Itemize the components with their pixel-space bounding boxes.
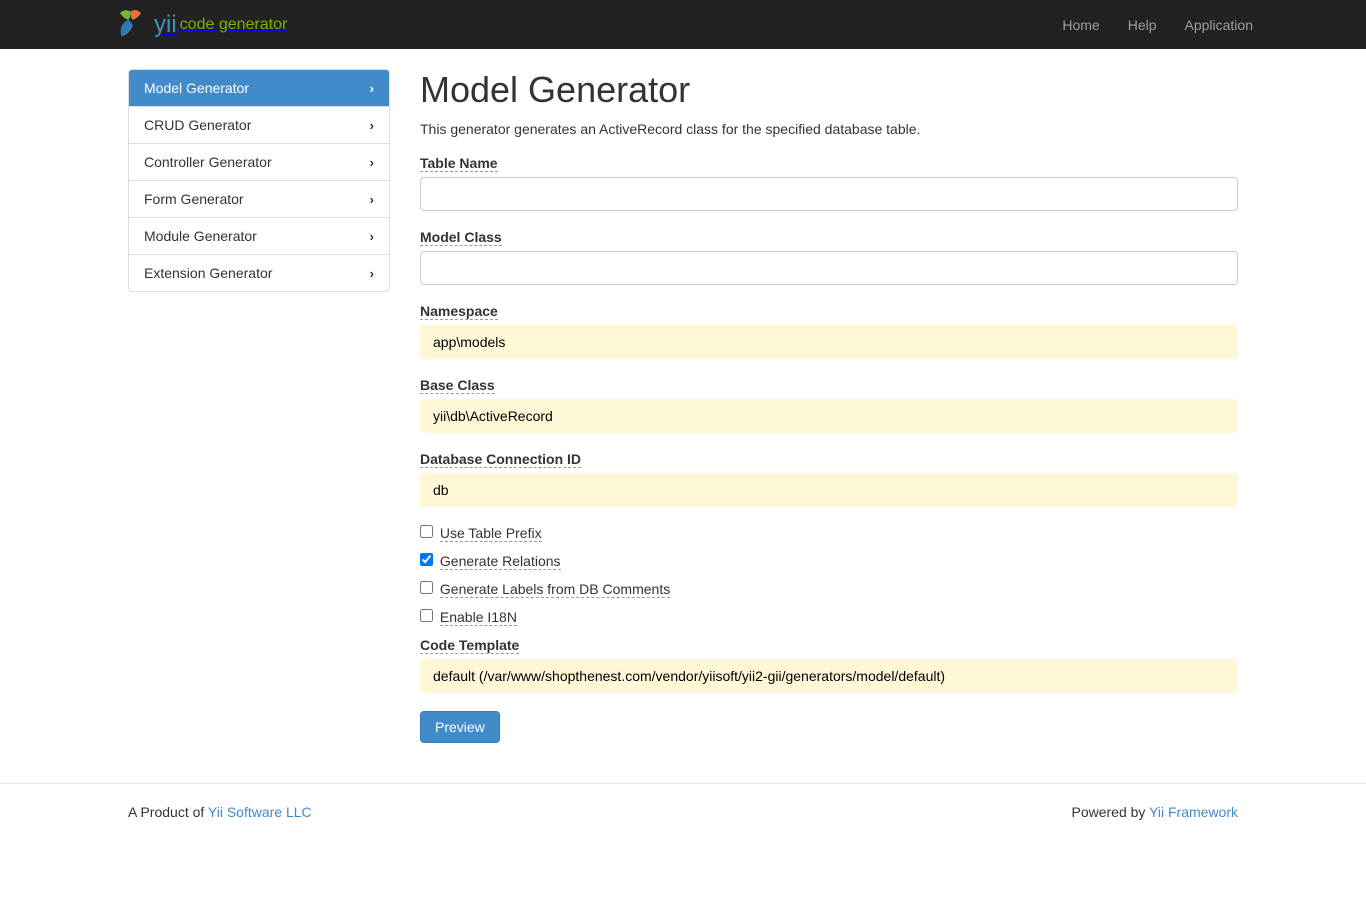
yii-logo-icon: [113, 7, 148, 42]
footer-right-prefix: Powered by: [1071, 804, 1149, 820]
footer-left-prefix: A Product of: [128, 804, 208, 820]
footer: A Product of Yii Software LLC Powered by…: [0, 783, 1366, 840]
sidebar-item-label: Module Generator: [144, 228, 257, 244]
db-conn-input[interactable]: [420, 473, 1238, 507]
code-template-label: Code Template: [420, 637, 519, 654]
db-conn-label: Database Connection ID: [420, 451, 581, 468]
enable-i18n-label: Enable I18N: [440, 609, 517, 626]
namespace-label: Namespace: [420, 303, 498, 320]
table-name-label: Table Name: [420, 155, 498, 172]
sidebar-item-label: CRUD Generator: [144, 117, 251, 133]
sidebar-item-crud-generator[interactable]: CRUD Generator ›: [129, 107, 389, 144]
sidebar-item-module-generator[interactable]: Module Generator ›: [129, 218, 389, 255]
navbar: yii code generator Home Help Application: [0, 0, 1366, 49]
generate-relations-checkbox[interactable]: [420, 553, 433, 566]
generate-labels-label: Generate Labels from DB Comments: [440, 581, 670, 598]
sidebar-item-model-generator[interactable]: Model Generator ›: [129, 70, 389, 107]
chevron-right-icon: ›: [370, 229, 374, 244]
base-class-label: Base Class: [420, 377, 495, 394]
sidebar-item-form-generator[interactable]: Form Generator ›: [129, 181, 389, 218]
base-class-input[interactable]: [420, 399, 1238, 433]
chevron-right-icon: ›: [370, 266, 374, 281]
preview-button[interactable]: Preview: [420, 711, 500, 743]
brand-yii-text: yii: [154, 11, 177, 39]
footer-right-link[interactable]: Yii Framework: [1149, 804, 1238, 820]
sidebar-item-label: Form Generator: [144, 191, 244, 207]
content: Model Generator This generator generates…: [420, 69, 1238, 743]
namespace-input[interactable]: [420, 325, 1238, 359]
page-title: Model Generator: [420, 69, 1238, 111]
use-table-prefix-label: Use Table Prefix: [440, 525, 542, 542]
nav-help[interactable]: Help: [1128, 17, 1157, 33]
brand-sub-text: code generator: [180, 16, 288, 34]
code-template-input[interactable]: [420, 659, 1238, 693]
generate-relations-label: Generate Relations: [440, 553, 561, 570]
model-class-input[interactable]: [420, 251, 1238, 285]
table-name-input[interactable]: [420, 177, 1238, 211]
use-table-prefix-checkbox[interactable]: [420, 525, 433, 538]
footer-left: A Product of Yii Software LLC: [128, 804, 312, 820]
page-description: This generator generates an ActiveRecord…: [420, 121, 1238, 137]
chevron-right-icon: ›: [370, 192, 374, 207]
model-class-label: Model Class: [420, 229, 502, 246]
sidebar-item-label: Extension Generator: [144, 265, 272, 281]
nav-right: Home Help Application: [1062, 17, 1253, 33]
sidebar-item-controller-generator[interactable]: Controller Generator ›: [129, 144, 389, 181]
footer-left-link[interactable]: Yii Software LLC: [208, 804, 312, 820]
chevron-right-icon: ›: [370, 155, 374, 170]
chevron-right-icon: ›: [370, 81, 374, 96]
sidebar-item-extension-generator[interactable]: Extension Generator ›: [129, 255, 389, 291]
footer-right: Powered by Yii Framework: [1071, 804, 1238, 820]
nav-application[interactable]: Application: [1185, 17, 1254, 33]
sidebar-item-label: Model Generator: [144, 80, 249, 96]
sidebar-item-label: Controller Generator: [144, 154, 272, 170]
brand-link[interactable]: yii code generator: [113, 7, 287, 42]
sidebar: Model Generator › CRUD Generator › Contr…: [128, 69, 390, 292]
chevron-right-icon: ›: [370, 118, 374, 133]
enable-i18n-checkbox[interactable]: [420, 609, 433, 622]
generate-labels-checkbox[interactable]: [420, 581, 433, 594]
nav-home[interactable]: Home: [1062, 17, 1099, 33]
